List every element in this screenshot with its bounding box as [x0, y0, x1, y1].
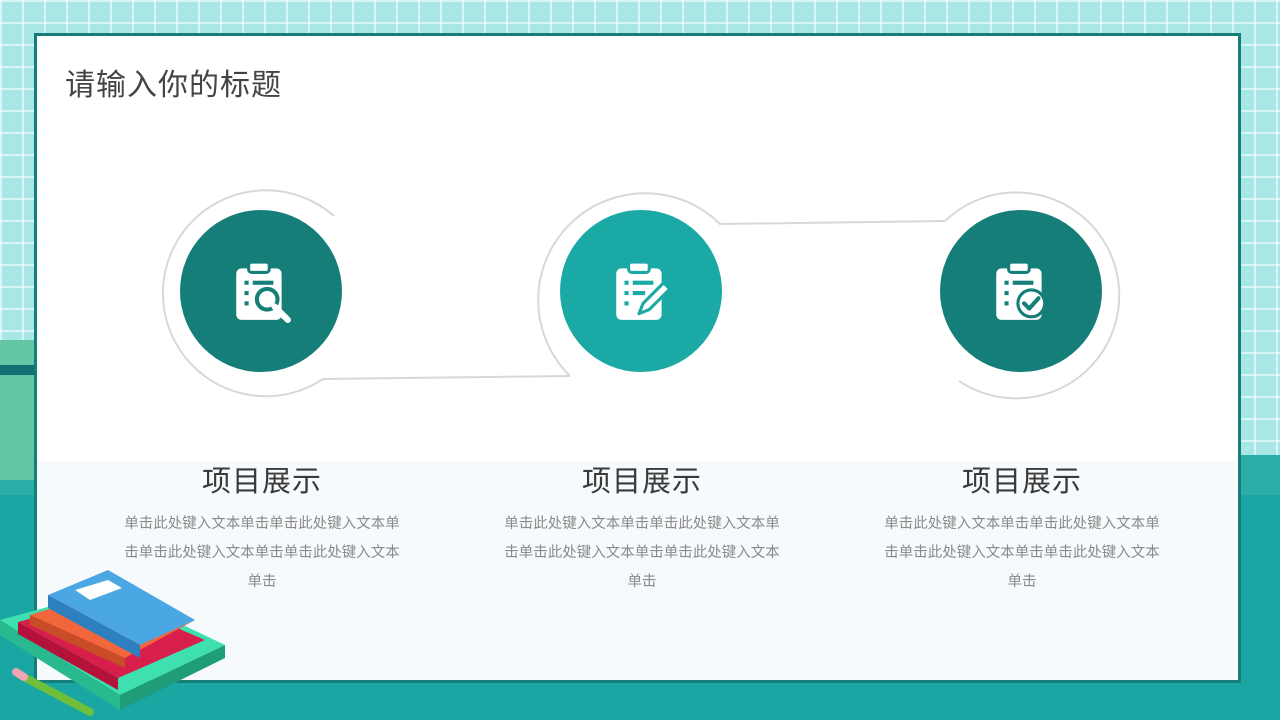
- item-3-desc-line: 击单击此处键入文本单击单击此处键入文本: [884, 545, 1160, 561]
- item-3-heading: 项目展示: [961, 464, 1082, 498]
- item-2-desc-line: 单击: [627, 574, 657, 590]
- item-3-desc-line: 单击此处键入文本单击单击此处键入文本单: [884, 516, 1160, 532]
- item-2-heading: 项目展示: [581, 464, 702, 498]
- item-2-disc: [560, 210, 722, 372]
- item-3-description: 单击此处键入文本单击单击此处键入文本单 击单击此处键入文本单击单击此处键入文本 …: [862, 510, 1182, 597]
- item-3-disc: [940, 210, 1102, 372]
- clipboard-search-icon: [236, 260, 291, 323]
- item-1-disc: [180, 210, 342, 372]
- item-2-desc-line: 单击此处键入文本单击单击此处键入文本单: [504, 516, 780, 532]
- item-2-desc-line: 击单击此处键入文本单击单击此处键入文本: [504, 545, 780, 561]
- item-1-heading: 项目展示: [201, 464, 322, 498]
- clipboard-check-icon: [996, 260, 1047, 320]
- clipboard-edit-icon: [616, 260, 672, 320]
- item-3-desc-line: 单击: [1007, 574, 1037, 590]
- books-illustration: [0, 570, 225, 716]
- item-1-desc-line: 单击此处键入文本单击单击此处键入文本单: [124, 516, 400, 532]
- item-2-description: 单击此处键入文本单击单击此处键入文本单 击单击此处键入文本单击单击此处键入文本 …: [482, 510, 802, 597]
